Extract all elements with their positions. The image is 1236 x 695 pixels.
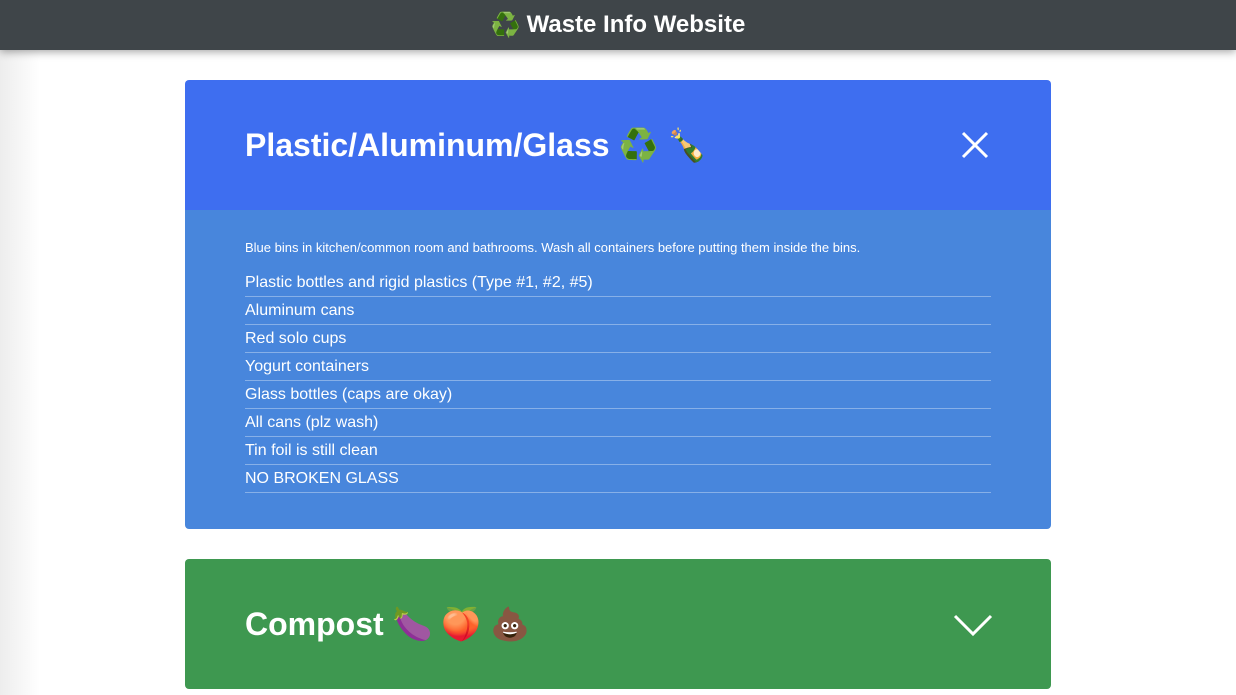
chevron-down-icon[interactable]	[953, 606, 993, 642]
recyclables-list: Plastic bottles and rigid plastics (Type…	[245, 269, 991, 493]
close-icon[interactable]	[957, 127, 993, 163]
panel-compost: Compost 🍆 🍑 💩	[185, 559, 1051, 689]
app-header: ♻️ Waste Info Website	[0, 0, 1236, 50]
list-item: Tin foil is still clean	[245, 437, 991, 465]
list-item: Red solo cups	[245, 325, 991, 353]
panel-header-compost[interactable]: Compost 🍆 🍑 💩	[185, 559, 1051, 689]
panel-intro-text: Blue bins in kitchen/common room and bat…	[245, 240, 861, 255]
site-title: Waste Info Website	[526, 11, 746, 38]
list-item: Aluminum cans	[245, 297, 991, 325]
list-item: Glass bottles (caps are okay)	[245, 381, 991, 409]
list-item: NO BROKEN GLASS	[245, 465, 991, 493]
panel-title-compost: Compost 🍆 🍑 💩	[245, 606, 530, 642]
left-shadow	[0, 50, 40, 695]
panel-header-plastic[interactable]: Plastic/Aluminum/Glass ♻️ 🍾	[185, 80, 1051, 210]
panel-body-plastic: Blue bins in kitchen/common room and bat…	[185, 210, 1051, 529]
list-item: Plastic bottles and rigid plastics (Type…	[245, 269, 991, 297]
panel-title-plastic: Plastic/Aluminum/Glass ♻️ 🍾	[245, 127, 708, 163]
list-item: Yogurt containers	[245, 353, 991, 381]
recycle-icon: ♻️	[490, 11, 521, 39]
list-item: All cans (plz wash)	[245, 409, 991, 437]
panel-plastic-aluminum-glass: Plastic/Aluminum/Glass ♻️ 🍾 Blue bins in…	[185, 80, 1051, 529]
